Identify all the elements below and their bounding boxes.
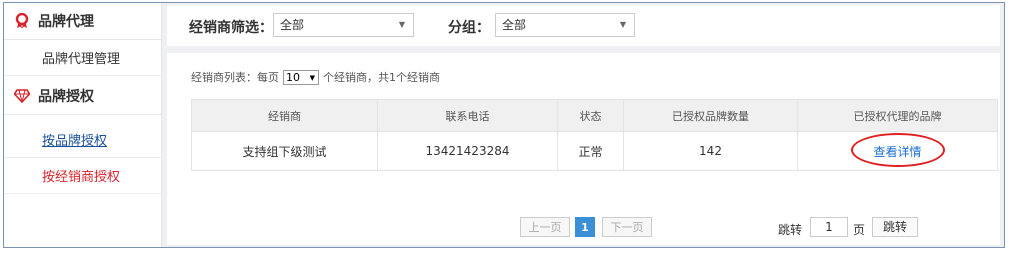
column-header-dealer: 经销商: [191, 99, 378, 132]
sidebar-item-label: 按品牌授权: [42, 134, 108, 149]
list-title: 经销商列表：: [191, 71, 257, 84]
current-page-button[interactable]: 1: [575, 217, 595, 237]
highlight-circle: [851, 132, 946, 167]
cell-status: 正常: [557, 131, 624, 171]
table-row: 支持组下级测试 13421423284 正常 142 查看详情: [191, 131, 998, 171]
sidebar-item-brand-agency-manage[interactable]: 品牌代理管理: [4, 40, 161, 76]
dealer-list-panel: 经销商列表： 每页 10 ▼ 个经销商，共1个经销商 经销商 联系电话 状态 已…: [167, 53, 1000, 245]
column-header-status: 状态: [557, 99, 624, 132]
chevron-down-icon: ▼: [398, 20, 405, 29]
per-page-value: 10: [286, 70, 300, 84]
ribbon-icon: [14, 13, 30, 29]
jump-button[interactable]: 跳转: [872, 217, 918, 237]
filter-bar: 经销商筛选： 全部 ▼ 分组： 全部 ▼: [167, 5, 1000, 46]
jump-page-input[interactable]: 1: [810, 217, 848, 237]
jump-label: 跳转: [778, 223, 803, 237]
chevron-down-icon: ▼: [619, 20, 626, 29]
next-page-button[interactable]: 下一页: [602, 217, 652, 237]
cell-dealer: 支持组下级测试: [191, 131, 378, 171]
prev-page-button[interactable]: 上一页: [520, 217, 570, 237]
column-header-brand-count: 已授权品牌数量: [623, 99, 798, 132]
cell-brand-count: 142: [623, 131, 798, 171]
sidebar: 品牌代理 品牌代理管理 品牌授权 按品牌授权 按经销商授权: [4, 3, 162, 247]
cell-phone: 13421423284: [377, 131, 558, 171]
list-info: 经销商列表： 每页 10 ▼ 个经销商，共1个经销商: [191, 69, 440, 85]
sidebar-item-by-dealer[interactable]: 按经销商授权: [4, 158, 161, 194]
dealer-filter-value: 全部: [280, 18, 305, 32]
column-header-phone: 联系电话: [377, 99, 558, 132]
sidebar-section-brand-agency[interactable]: 品牌代理: [4, 3, 161, 40]
sidebar-section-title: 品牌代理: [38, 14, 94, 30]
column-header-brands: 已授权代理的品牌: [797, 99, 998, 132]
cell-action: 查看详情: [797, 131, 998, 171]
dealer-filter-select[interactable]: 全部 ▼: [273, 13, 414, 37]
sidebar-item-label: 按经销商授权: [42, 170, 121, 185]
sidebar-item-by-brand[interactable]: 按品牌授权: [4, 122, 161, 158]
group-filter-label: 分组：: [448, 20, 490, 36]
group-filter-value: 全部: [502, 18, 527, 32]
per-page-prefix: 每页: [257, 71, 279, 84]
app-frame: 品牌代理 品牌代理管理 品牌授权 按品牌授权 按经销商授权 经销商筛选： 全部 …: [3, 2, 1005, 248]
per-page-suffix: 个经销商，共1个经销商: [323, 71, 440, 84]
chevron-down-icon: ▼: [309, 73, 315, 82]
sidebar-item-label: 品牌代理管理: [42, 52, 121, 67]
dealer-table: 经销商 联系电话 状态 已授权品牌数量 已授权代理的品牌 支持组下级测试 134…: [191, 99, 998, 171]
view-details-link[interactable]: 查看详情: [851, 132, 946, 167]
group-filter-select[interactable]: 全部 ▼: [495, 13, 635, 37]
dealer-filter-label: 经销商筛选：: [189, 20, 273, 36]
diamond-icon: [14, 88, 30, 104]
page-unit-label: 页: [853, 223, 866, 237]
sidebar-section-brand-authorization[interactable]: 品牌授权: [4, 78, 161, 115]
sidebar-section-title: 品牌授权: [38, 89, 94, 105]
table-header-row: 经销商 联系电话 状态 已授权品牌数量 已授权代理的品牌: [191, 99, 998, 132]
per-page-select[interactable]: 10 ▼: [283, 69, 319, 85]
